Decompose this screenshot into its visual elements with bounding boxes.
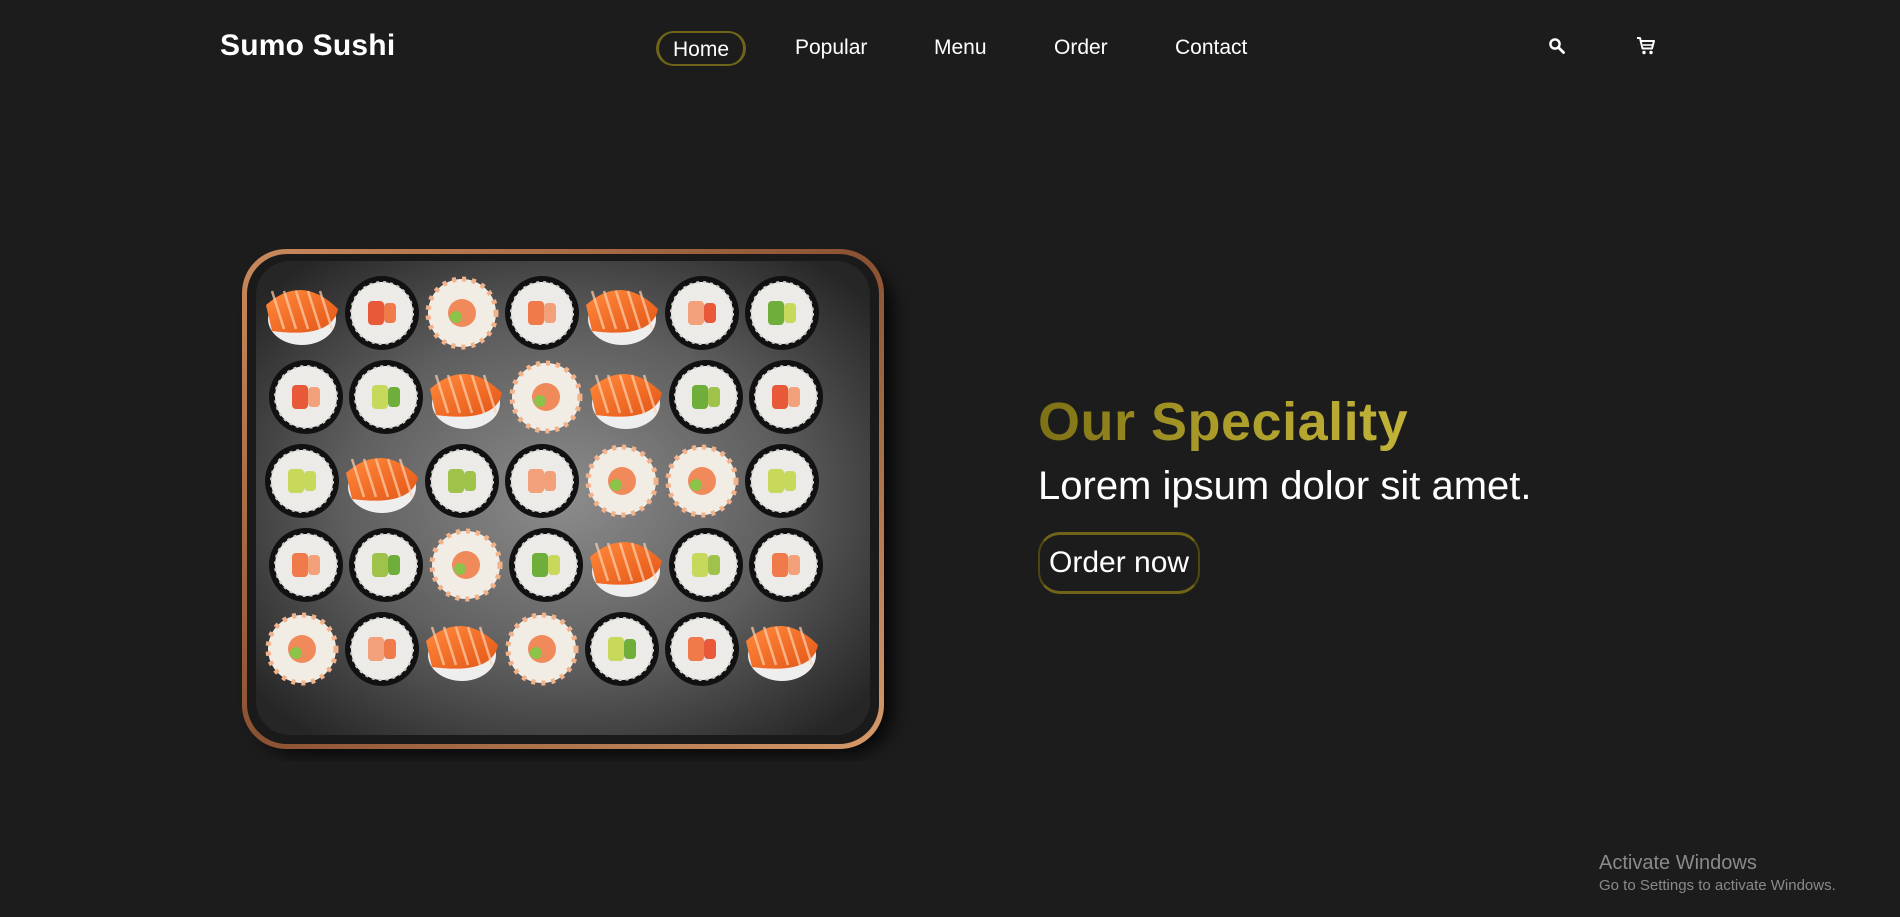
- nav-order[interactable]: Order: [1054, 31, 1108, 66]
- hero-subheading: Lorem ipsum dolor sit amet.: [1038, 464, 1532, 508]
- cart-icon: [1637, 37, 1655, 55]
- sushi-piece: [749, 528, 823, 602]
- sushi-piece: [669, 528, 743, 602]
- site-header: Sumo Sushi Home Popular Menu Order Conta…: [0, 0, 1900, 95]
- sushi-piece: [509, 360, 583, 434]
- sushi-piece: [429, 528, 503, 602]
- cart-button[interactable]: [1632, 32, 1660, 60]
- nav-menu[interactable]: Menu: [934, 31, 987, 66]
- site-logo[interactable]: Sumo Sushi: [220, 29, 395, 63]
- sushi-piece: [425, 276, 499, 350]
- sushi-piece: [505, 612, 579, 686]
- sushi-piece: [345, 612, 419, 686]
- sushi-piece: [745, 444, 819, 518]
- sushi-piece: [585, 612, 659, 686]
- hero-image: [230, 243, 910, 761]
- sushi-piece: [345, 276, 419, 350]
- order-now-button[interactable]: Order now: [1038, 532, 1201, 594]
- search-icon: [1549, 38, 1565, 54]
- sushi-piece: [509, 528, 583, 602]
- sushi-piece: [269, 360, 343, 434]
- nav-popular[interactable]: Popular: [795, 31, 867, 66]
- sushi-piece: [425, 444, 499, 518]
- nav-home[interactable]: Home: [656, 31, 747, 66]
- sushi-piece: [505, 444, 579, 518]
- search-button[interactable]: [1543, 32, 1571, 60]
- sushi-piece: [665, 276, 739, 350]
- sushi-piece: [265, 444, 339, 518]
- sushi-piece: [745, 276, 819, 350]
- sushi-piece: [665, 444, 739, 518]
- sushi-piece: [749, 360, 823, 434]
- activate-windows-subtitle: Go to Settings to activate Windows.: [1599, 877, 1836, 894]
- sushi-piece: [269, 528, 343, 602]
- activate-windows-title: Activate Windows: [1599, 852, 1757, 874]
- sushi-piece: [665, 612, 739, 686]
- hero-heading: Our Speciality: [1038, 392, 1409, 452]
- sushi-piece: [349, 528, 423, 602]
- nav-contact[interactable]: Contact: [1175, 31, 1247, 66]
- sushi-piece: [265, 612, 339, 686]
- sushi-piece: [585, 444, 659, 518]
- sushi-platter-image: [242, 249, 894, 755]
- sushi-piece: [505, 276, 579, 350]
- sushi-piece: [669, 360, 743, 434]
- sushi-piece: [349, 360, 423, 434]
